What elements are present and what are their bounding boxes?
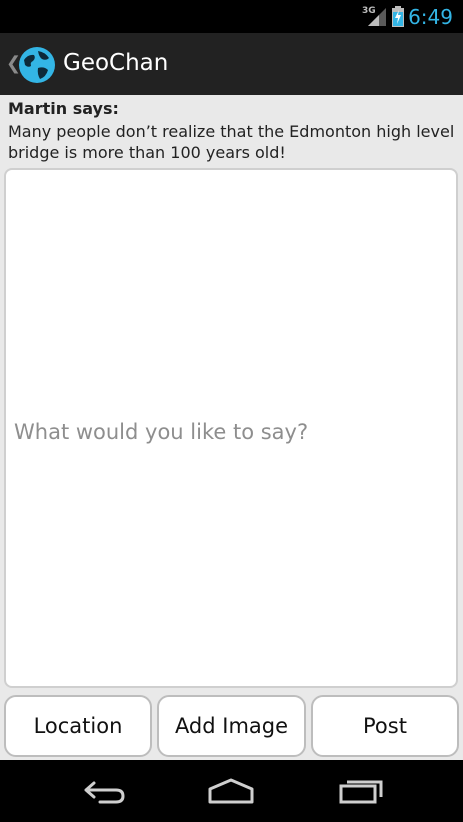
signal-icon bbox=[368, 8, 386, 26]
battery-charging-icon bbox=[392, 6, 404, 27]
post-text: Many people don’t realize that the Edmon… bbox=[8, 122, 455, 162]
recent-apps-icon[interactable] bbox=[336, 776, 386, 806]
post-button[interactable]: Post bbox=[311, 695, 459, 757]
compose-input[interactable]: What would you like to say? bbox=[4, 168, 458, 688]
add-image-button[interactable]: Add Image bbox=[157, 695, 306, 757]
action-bar[interactable]: ❮ GeoChan bbox=[0, 33, 463, 95]
post-author: Martin says: bbox=[8, 99, 119, 118]
navigation-bar bbox=[0, 760, 463, 822]
app-title: GeoChan bbox=[63, 50, 169, 76]
globe-logo-icon[interactable] bbox=[18, 46, 56, 84]
clock: 6:49 bbox=[408, 5, 453, 29]
home-icon[interactable] bbox=[206, 776, 256, 806]
compose-placeholder: What would you like to say? bbox=[14, 420, 309, 444]
back-icon[interactable] bbox=[78, 776, 128, 806]
location-button[interactable]: Location bbox=[4, 695, 152, 757]
status-bar: 3G 6:49 bbox=[0, 0, 463, 33]
